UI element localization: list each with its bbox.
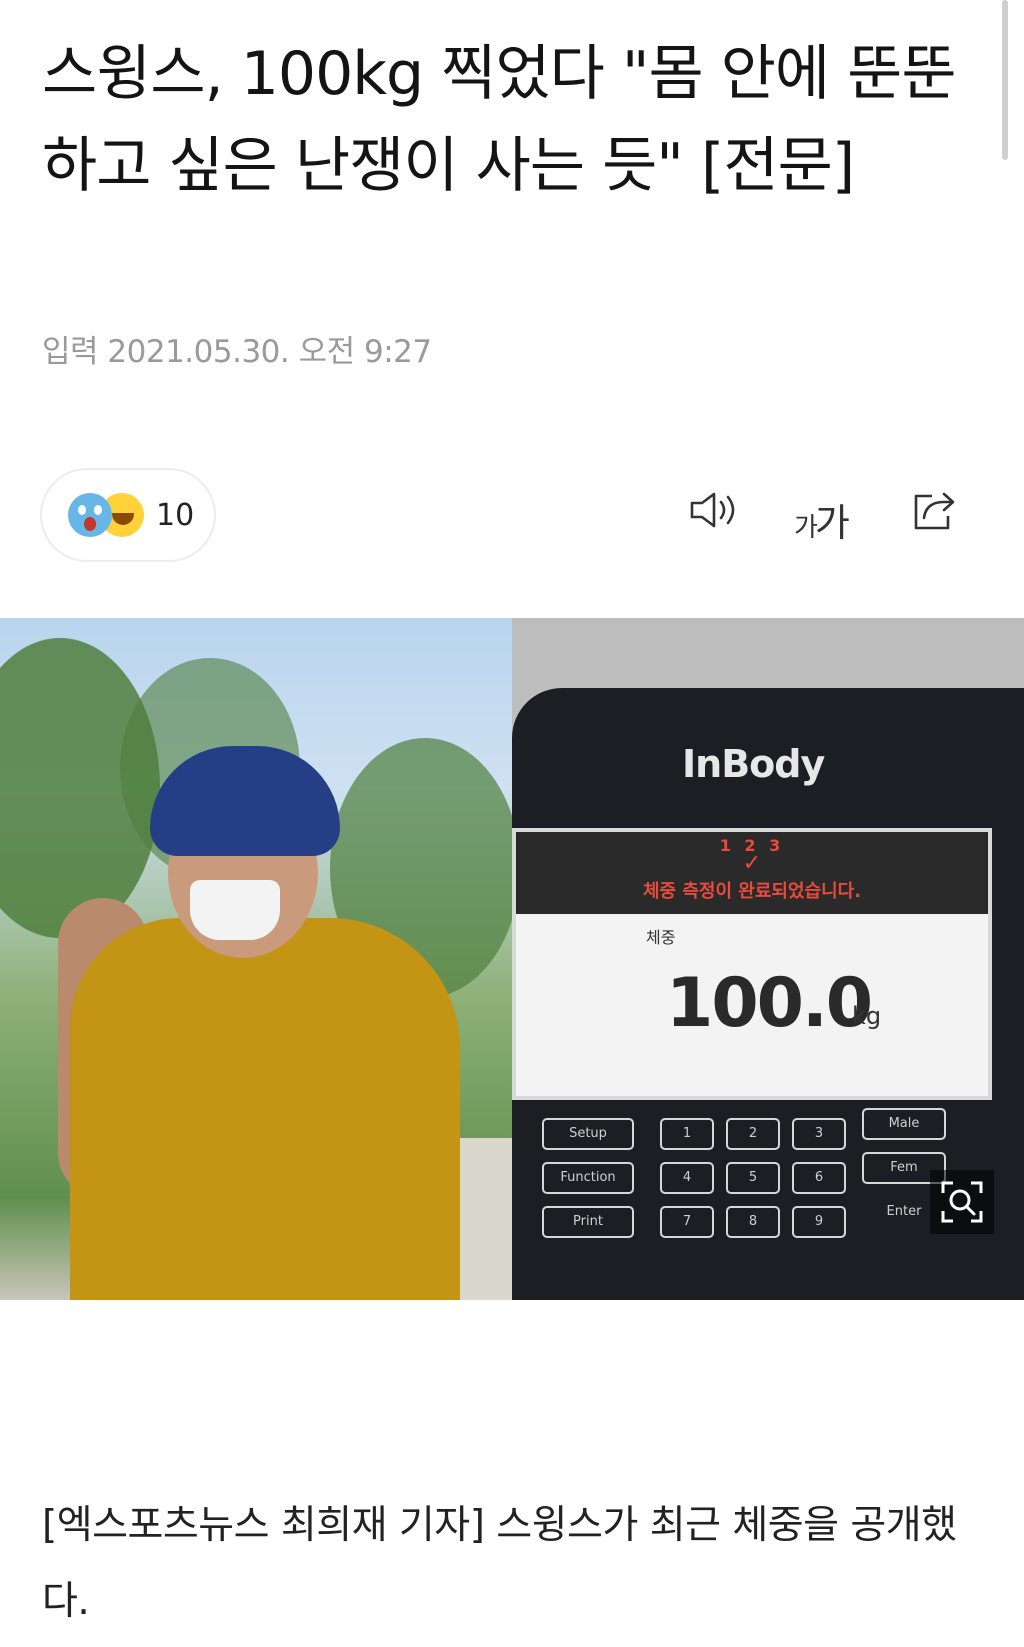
scale-message: 체중 측정이 완료되었습니다. — [642, 881, 862, 902]
scale-weight-label: 체중 — [646, 928, 676, 947]
scrollbar[interactable] — [1002, 0, 1008, 160]
scale-weight-value: 100.0 — [666, 964, 873, 1043]
check-icon: ✓ — [742, 851, 762, 876]
article-body: [엑스포츠뉴스 최희재 기자] 스윙스가 최근 체중을 공개했다. — [42, 1503, 957, 1624]
article-photo[interactable]: InBody 1 2 3 ✓ 체중 측정이 완료되었습니다. 체중 100.0 … — [0, 618, 1024, 1300]
scale-key: Setup — [542, 1118, 634, 1150]
scale-key: 7 — [660, 1206, 714, 1238]
photo-person — [0, 618, 520, 1300]
scale-brand: InBody — [682, 742, 825, 786]
scale-weight-unit: kg — [852, 1002, 882, 1030]
scale-key: 2 — [726, 1118, 780, 1150]
scale-key: 9 — [792, 1206, 846, 1238]
font-size-large-label: 가 — [814, 501, 850, 545]
font-size-small-label: 가 — [794, 513, 818, 543]
scale-screen: 1 2 3 ✓ 체중 측정이 완료되었습니다. 체중 100.0 kg — [512, 828, 992, 1100]
scale-key: 4 — [660, 1162, 714, 1194]
scale-key: 8 — [726, 1206, 780, 1238]
scale-key: Function — [542, 1162, 634, 1194]
scale-key: 5 — [726, 1162, 780, 1194]
magnify-icon[interactable] — [930, 1170, 994, 1234]
share-icon[interactable] — [910, 488, 960, 538]
font-size-icon[interactable]: 가가 — [794, 492, 850, 547]
scale-key: 1 — [660, 1118, 714, 1150]
reaction-count: 10 — [156, 497, 195, 533]
article-date: 입력 2021.05.30. 오전 9:27 — [42, 334, 432, 370]
shocked-emoji-icon — [68, 493, 112, 537]
scale-key: Male — [862, 1108, 946, 1140]
speaker-icon[interactable] — [688, 488, 740, 536]
photo-scale: InBody 1 2 3 ✓ 체중 측정이 완료되었습니다. 체중 100.0 … — [512, 618, 1024, 1300]
reaction-button[interactable]: 10 — [40, 468, 216, 562]
article-title: 스윙스, 100kg 찍었다 "몸 안에 뚠뚠하고 싶은 난쟁이 사는 듯" [… — [42, 39, 957, 201]
scale-key: Print — [542, 1206, 634, 1238]
scale-key: 6 — [792, 1162, 846, 1194]
scale-key: 3 — [792, 1118, 846, 1150]
